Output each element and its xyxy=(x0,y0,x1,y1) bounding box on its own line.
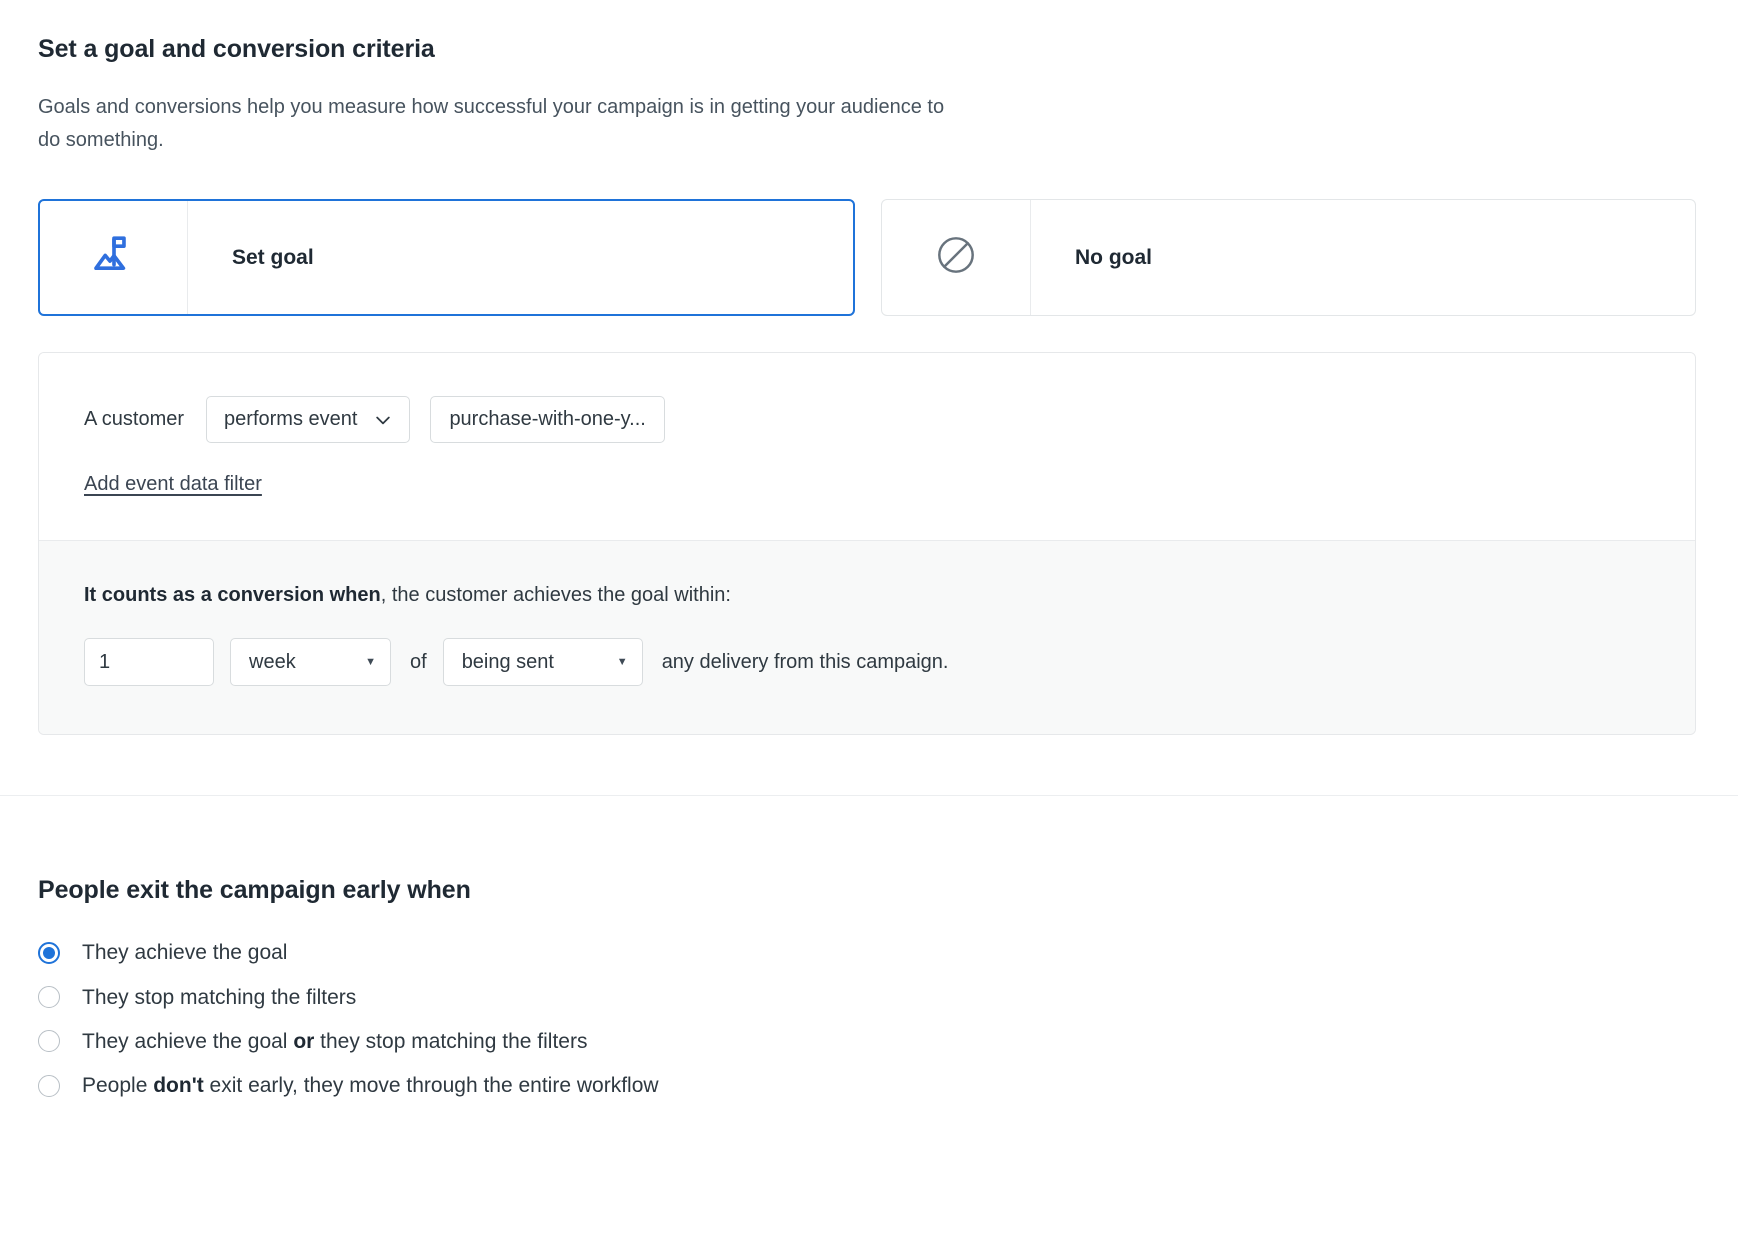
conversion-unit-value: week xyxy=(249,650,296,673)
radio-button[interactable] xyxy=(38,941,60,964)
conversion-sentence: It counts as a conversion when, the cust… xyxy=(84,581,1650,609)
goal-section: Set a goal and conversion criteria Goals… xyxy=(0,0,1738,736)
page-title: Set a goal and conversion criteria xyxy=(38,35,435,63)
goal-condition-row: A customer performs event purchase-with-… xyxy=(84,396,1650,444)
conversion-window-section: It counts as a conversion when, the cust… xyxy=(39,540,1695,735)
exit-option-label: They achieve the goal xyxy=(82,939,287,966)
radio-button[interactable] xyxy=(38,986,60,1009)
radio-button[interactable] xyxy=(38,1030,60,1053)
mountain-flag-icon xyxy=(91,232,137,283)
chevron-down-icon xyxy=(373,410,393,430)
conversion-unit-select[interactable]: week ▼ xyxy=(230,638,391,687)
exit-options-radio-group: They achieve the goal They stop matching… xyxy=(38,939,1696,1099)
exit-option-achieve-goal[interactable]: They achieve the goal xyxy=(38,939,1696,966)
conversion-anchor-value: being sent xyxy=(461,650,554,673)
exit-option-text: They achieve the goal xyxy=(82,1029,294,1053)
exit-option-text: They stop matching the filters xyxy=(82,985,357,1009)
exit-option-emphasis: or xyxy=(293,1029,315,1053)
caret-down-icon: ▼ xyxy=(616,655,628,668)
caret-down-icon: ▼ xyxy=(365,655,376,668)
exit-option-text-suffix: they stop matching the filters xyxy=(314,1029,588,1053)
goal-configuration-page: Set a goal and conversion criteria Goals… xyxy=(0,0,1738,1248)
condition-type-value: performs event xyxy=(224,408,358,431)
subject-label: A customer xyxy=(84,408,185,431)
conversion-trailing-text: any delivery from this campaign. xyxy=(661,650,949,673)
exit-option-label: They stop matching the filters xyxy=(82,984,356,1011)
exit-option-text: They achieve the goal xyxy=(82,941,288,965)
goal-card-label: No goal xyxy=(1075,245,1152,269)
radio-button[interactable] xyxy=(38,1074,60,1097)
goal-criteria-panel: A customer performs event purchase-with-… xyxy=(38,352,1696,736)
no-entry-icon xyxy=(934,233,978,282)
set-goal-label-container: Set goal xyxy=(188,201,853,314)
exit-option-label: They achieve the goal or they stop match… xyxy=(82,1028,587,1055)
exit-section: People exit the campaign early when They… xyxy=(0,796,1738,1139)
conversion-sentence-rest: , the customer achieves the goal within: xyxy=(380,584,731,607)
conversion-window-controls: week ▼ of being sent ▼ any delivery from… xyxy=(84,638,1650,687)
goal-card-no-goal[interactable]: No goal xyxy=(881,199,1696,317)
exit-option-label: People don't exit early, they move throu… xyxy=(82,1072,659,1099)
exit-section-title: People exit the campaign early when xyxy=(38,876,471,905)
no-goal-label-container: No goal xyxy=(1031,200,1695,315)
event-name-value: purchase-with-one-y... xyxy=(449,408,646,431)
conversion-anchor-select[interactable]: being sent ▼ xyxy=(442,638,643,687)
exit-option-no-early-exit[interactable]: People don't exit early, they move throu… xyxy=(38,1072,1696,1099)
exit-option-text-suffix: exit early, they move through the entire… xyxy=(203,1074,659,1098)
of-label: of xyxy=(410,650,427,673)
goal-card-label: Set goal xyxy=(232,245,314,269)
goal-choice-cards: Set goal No goal xyxy=(38,199,1696,317)
exit-option-text: People xyxy=(82,1074,154,1098)
conversion-amount-input[interactable] xyxy=(84,638,214,687)
page-description: Goals and conversions help you measure h… xyxy=(38,96,945,152)
condition-type-select[interactable]: performs event xyxy=(206,396,411,444)
exit-option-stop-matching[interactable]: They stop matching the filters xyxy=(38,984,1696,1011)
goal-criteria-builder: A customer performs event purchase-with-… xyxy=(39,353,1695,541)
exit-option-emphasis: don't xyxy=(153,1074,204,1098)
no-goal-icon-container xyxy=(882,200,1031,316)
exit-option-achieve-or-stop[interactable]: They achieve the goal or they stop match… xyxy=(38,1028,1696,1055)
add-event-data-filter-link[interactable]: Add event data filter xyxy=(84,473,262,496)
set-goal-icon-container xyxy=(40,201,188,315)
conversion-sentence-strong: It counts as a conversion when xyxy=(84,584,381,607)
goal-card-set-goal[interactable]: Set goal xyxy=(38,199,855,317)
event-name-field[interactable]: purchase-with-one-y... xyxy=(430,396,665,444)
